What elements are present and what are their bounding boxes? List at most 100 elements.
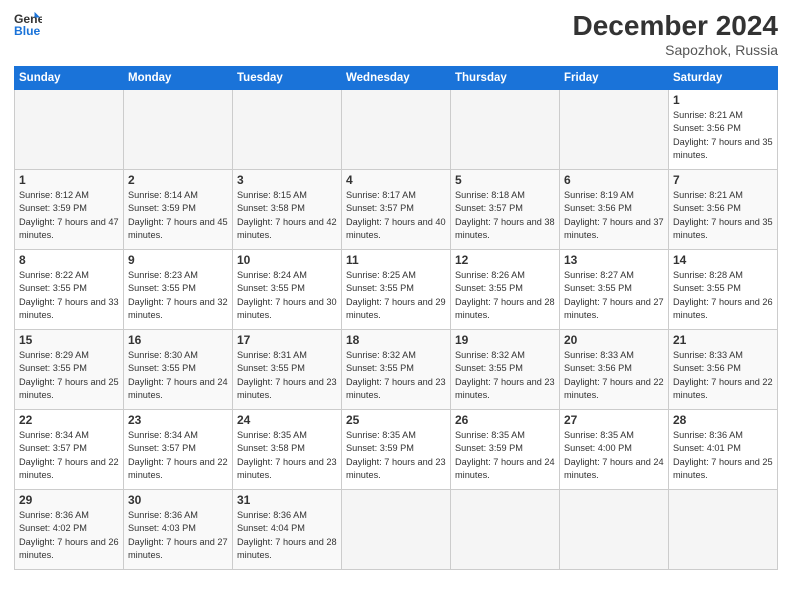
table-row — [124, 90, 233, 170]
day-number: 25 — [346, 413, 446, 427]
cell-info: Sunrise: 8:22 AMSunset: 3:55 PMDaylight:… — [19, 270, 119, 320]
week-row-1: 1Sunrise: 8:12 AMSunset: 3:59 PMDaylight… — [15, 170, 778, 250]
table-row: 13 Sunrise: 8:27 AMSunset: 3:55 PMDayligh… — [560, 250, 669, 330]
day-number: 8 — [19, 253, 119, 267]
table-row: 2 Sunrise: 8:14 AMSunset: 3:59 PMDaylight… — [124, 170, 233, 250]
cell-info: Sunrise: 8:36 AMSunset: 4:02 PMDaylight:… — [19, 510, 119, 560]
week-row-3: 15Sunrise: 8:29 AMSunset: 3:55 PMDayligh… — [15, 330, 778, 410]
day-number: 17 — [237, 333, 337, 347]
title-block: December 2024 Sapozhok, Russia — [573, 10, 778, 58]
table-row: 26 Sunrise: 8:35 AMSunset: 3:59 PMDayligh… — [451, 410, 560, 490]
col-wednesday: Wednesday — [342, 67, 451, 90]
col-saturday: Saturday — [669, 67, 778, 90]
table-row: 1Sunrise: 8:12 AMSunset: 3:59 PMDaylight… — [15, 170, 124, 250]
table-row: 23Sunrise: 8:34 AMSunset: 3:57 PMDayligh… — [124, 410, 233, 490]
cell-info: Sunrise: 8:23 AMSunset: 3:55 PMDaylight:… — [128, 270, 228, 320]
cell-info: Sunrise: 8:35 AMSunset: 3:58 PMDaylight:… — [237, 430, 337, 480]
cell-info: Sunrise: 8:30 AMSunset: 3:55 PMDaylight:… — [128, 350, 228, 400]
cell-info: Sunrise: 8:19 AMSunset: 3:56 PMDaylight:… — [564, 190, 664, 240]
table-row: 19Sunrise: 8:32 AMSunset: 3:55 PMDayligh… — [451, 330, 560, 410]
day-number: 9 — [128, 253, 228, 267]
cell-info: Sunrise: 8:35 AMSunset: 4:00 PMDaylight:… — [564, 430, 664, 480]
table-row: 12 Sunrise: 8:26 AMSunset: 3:55 PMDayligh… — [451, 250, 560, 330]
cell-info: Sunrise: 8:14 AMSunset: 3:59 PMDaylight:… — [128, 190, 228, 240]
day-number: 4 — [346, 173, 446, 187]
week-row-5: 29 Sunrise: 8:36 AMSunset: 4:02 PMDayligh… — [15, 490, 778, 570]
cell-info: Sunrise: 8:32 AMSunset: 3:55 PMDaylight:… — [346, 350, 446, 400]
day-number: 1 — [19, 173, 119, 187]
table-row: 31 Sunrise: 8:36 AMSunset: 4:04 PMDayligh… — [233, 490, 342, 570]
cell-info: Sunrise: 8:33 AMSunset: 3:56 PMDaylight:… — [673, 350, 773, 400]
cell-info: Sunrise: 8:27 AMSunset: 3:55 PMDaylight:… — [564, 270, 664, 320]
svg-text:Blue: Blue — [14, 24, 41, 38]
col-tuesday: Tuesday — [233, 67, 342, 90]
header-row: Sunday Monday Tuesday Wednesday Thursday… — [15, 67, 778, 90]
table-row: 28 Sunrise: 8:36 AMSunset: 4:01 PMDayligh… — [669, 410, 778, 490]
logo: General Blue — [14, 10, 42, 38]
col-friday: Friday — [560, 67, 669, 90]
day-number: 15 — [19, 333, 119, 347]
cell-info: Sunrise: 8:18 AMSunset: 3:57 PMDaylight:… — [455, 190, 555, 240]
day-number: 26 — [455, 413, 555, 427]
cell-info: Sunrise: 8:15 AMSunset: 3:58 PMDaylight:… — [237, 190, 337, 240]
cell-info: Sunrise: 8:28 AMSunset: 3:55 PMDaylight:… — [673, 270, 773, 320]
table-row: 29 Sunrise: 8:36 AMSunset: 4:02 PMDayligh… — [15, 490, 124, 570]
cell-info: Sunrise: 8:36 AMSunset: 4:04 PMDaylight:… — [237, 510, 337, 560]
cell-info: Sunrise: 8:36 AMSunset: 4:01 PMDaylight:… — [673, 430, 773, 480]
table-row: 17 Sunrise: 8:31 AMSunset: 3:55 PMDayligh… — [233, 330, 342, 410]
table-row: 9 Sunrise: 8:23 AMSunset: 3:55 PMDaylight… — [124, 250, 233, 330]
day-number: 18 — [346, 333, 446, 347]
calendar-table: Sunday Monday Tuesday Wednesday Thursday… — [14, 66, 778, 570]
table-row: 1Sunrise: 8:21 AMSunset: 3:56 PMDaylight… — [669, 90, 778, 170]
day-number: 19 — [455, 333, 555, 347]
day-number: 3 — [237, 173, 337, 187]
col-sunday: Sunday — [15, 67, 124, 90]
table-row: 6 Sunrise: 8:19 AMSunset: 3:56 PMDaylight… — [560, 170, 669, 250]
location: Sapozhok, Russia — [573, 42, 778, 58]
table-row — [342, 490, 451, 570]
day-number: 14 — [673, 253, 773, 267]
table-row — [451, 490, 560, 570]
table-row: 10Sunrise: 8:24 AMSunset: 3:55 PMDayligh… — [233, 250, 342, 330]
cell-info: Sunrise: 8:34 AMSunset: 3:57 PMDaylight:… — [128, 430, 228, 480]
day-number: 29 — [19, 493, 119, 507]
cell-info: Sunrise: 8:26 AMSunset: 3:55 PMDaylight:… — [455, 270, 555, 320]
table-row — [669, 490, 778, 570]
cell-info: Sunrise: 8:33 AMSunset: 3:56 PMDaylight:… — [564, 350, 664, 400]
day-number: 31 — [237, 493, 337, 507]
cell-info: Sunrise: 8:21 AMSunset: 3:56 PMDaylight:… — [673, 110, 773, 160]
table-row: 7Sunrise: 8:21 AMSunset: 3:56 PMDaylight… — [669, 170, 778, 250]
table-row: 18 Sunrise: 8:32 AMSunset: 3:55 PMDayligh… — [342, 330, 451, 410]
header: General Blue December 2024 Sapozhok, Rus… — [14, 10, 778, 58]
logo-icon: General Blue — [14, 10, 42, 38]
cell-info: Sunrise: 8:31 AMSunset: 3:55 PMDaylight:… — [237, 350, 337, 400]
day-number: 10 — [237, 253, 337, 267]
day-number: 22 — [19, 413, 119, 427]
day-number: 28 — [673, 413, 773, 427]
day-number: 12 — [455, 253, 555, 267]
table-row: 4 Sunrise: 8:17 AMSunset: 3:57 PMDaylight… — [342, 170, 451, 250]
cell-info: Sunrise: 8:17 AMSunset: 3:57 PMDaylight:… — [346, 190, 446, 240]
cell-info: Sunrise: 8:25 AMSunset: 3:55 PMDaylight:… — [346, 270, 446, 320]
day-number: 6 — [564, 173, 664, 187]
table-row — [342, 90, 451, 170]
table-row — [560, 90, 669, 170]
cell-info: Sunrise: 8:36 AMSunset: 4:03 PMDaylight:… — [128, 510, 228, 560]
table-row — [15, 90, 124, 170]
table-row: 11Sunrise: 8:25 AMSunset: 3:55 PMDayligh… — [342, 250, 451, 330]
table-row: 14 Sunrise: 8:28 AMSunset: 3:55 PMDayligh… — [669, 250, 778, 330]
week-row-0: 1Sunrise: 8:21 AMSunset: 3:56 PMDaylight… — [15, 90, 778, 170]
table-row: 21Sunrise: 8:33 AMSunset: 3:56 PMDayligh… — [669, 330, 778, 410]
week-row-2: 8 Sunrise: 8:22 AMSunset: 3:55 PMDaylight… — [15, 250, 778, 330]
day-number: 20 — [564, 333, 664, 347]
cell-info: Sunrise: 8:35 AMSunset: 3:59 PMDaylight:… — [455, 430, 555, 480]
table-row: 5 Sunrise: 8:18 AMSunset: 3:57 PMDaylight… — [451, 170, 560, 250]
col-thursday: Thursday — [451, 67, 560, 90]
day-number: 2 — [128, 173, 228, 187]
page-container: General Blue December 2024 Sapozhok, Rus… — [0, 0, 792, 580]
month-title: December 2024 — [573, 10, 778, 42]
table-row — [451, 90, 560, 170]
day-number: 27 — [564, 413, 664, 427]
day-number: 13 — [564, 253, 664, 267]
day-number: 5 — [455, 173, 555, 187]
